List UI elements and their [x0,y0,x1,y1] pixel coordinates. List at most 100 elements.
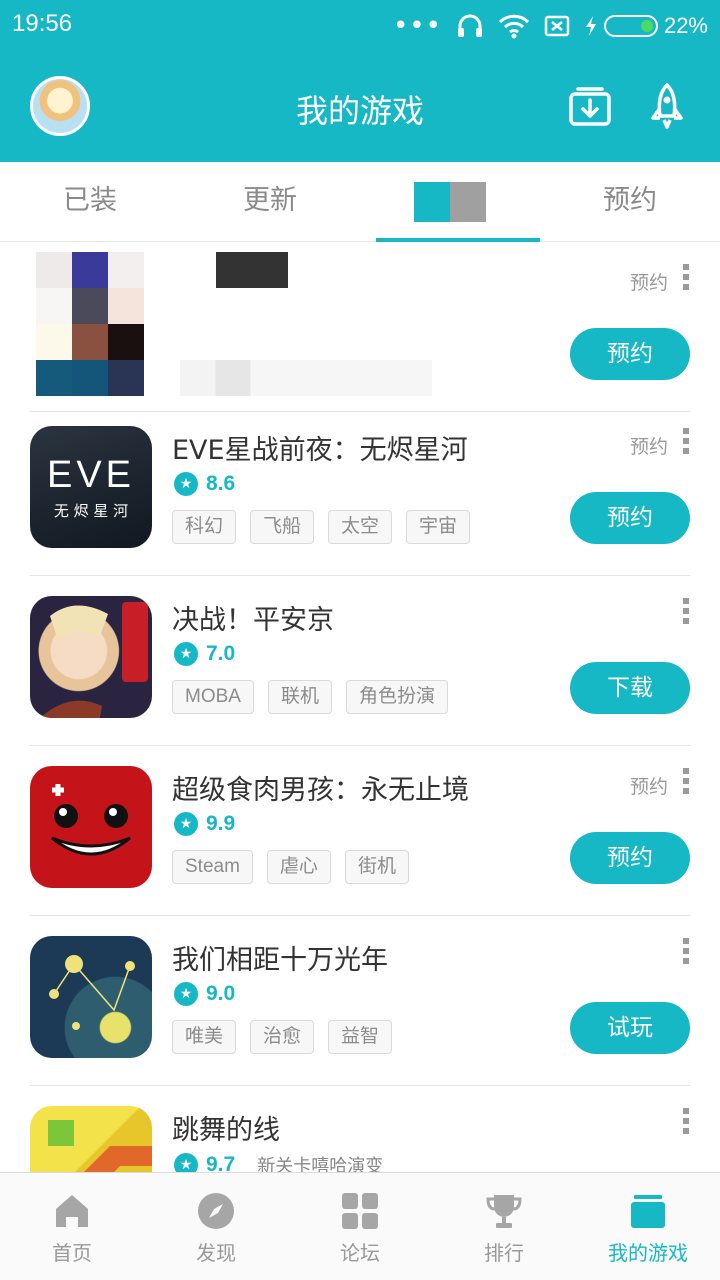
eve-logo-text: EVE [46,454,136,496]
list-item[interactable]: 决战！平安京 ★ 7.0 MOBA 联机 角色扮演 下载 [0,576,720,746]
charging-icon [585,16,596,36]
bottom-nav: 首页 发现 论坛 排行 我的游戏 [0,1172,720,1280]
game-title[interactable]: 决战！平安京 [172,598,334,637]
more-dots-icon: ••• [392,11,442,41]
game-title[interactable]: 跳舞的线 [172,1108,280,1147]
battery-percent: 22% [663,13,708,38]
more-options-icon[interactable] [682,768,690,794]
more-options-icon[interactable] [682,938,690,964]
game-icon-dancing-line [30,1106,152,1172]
game-icon-redacted [36,252,144,396]
rating: ★ 7.0 [174,642,235,666]
nav-label: 我的游戏 [608,1241,688,1265]
tag[interactable]: 联机 [267,680,332,714]
trophy-icon [486,1195,522,1228]
reserve-button[interactable]: 预约 [570,328,690,380]
reserve-status: 预约 [629,436,668,458]
rating-score: 9.9 [206,812,236,835]
tag[interactable]: 角色扮演 [345,680,448,714]
reserve-button[interactable]: 预约 [570,492,690,544]
nav-label: 排行 [484,1241,524,1265]
nav-label: 论坛 [340,1241,380,1265]
more-options-icon[interactable] [682,598,690,624]
rating: ★ 9.9 [174,812,235,836]
rocket-icon[interactable] [643,82,691,130]
tag[interactable]: 唯美 [172,1020,237,1054]
home-icon [56,1195,88,1227]
tab-installed[interactable]: 已装 [0,162,180,241]
reserve-button[interactable]: 预约 [570,832,690,884]
rating-score: 7.0 [206,642,236,665]
download-icon[interactable] [566,82,614,130]
box-icon [631,1195,665,1228]
wifi-icon [498,14,530,39]
rating-score: 8.6 [206,472,236,495]
tag-list: 唯美 治愈 益智 [172,1020,393,1054]
battery-icon [603,15,658,37]
rating: ★ 9.0 [174,982,235,1006]
tag-list: 科幻 飞船 太空 宇宙 [172,510,471,544]
tag[interactable]: 治愈 [250,1020,315,1054]
tag[interactable]: 飞船 [250,510,315,544]
tag[interactable]: 太空 [328,510,393,544]
game-icon-onmyoji-arena [30,596,152,718]
nav-ranking[interactable]: 排行 [432,1173,576,1280]
tab-redacted[interactable] [360,162,540,242]
game-icon-eve: EVE 无 烬 星 河 [30,426,152,548]
list-item[interactable]: EVE 无 烬 星 河 EVE星战前夜：无烬星河 ★ 8.6 科幻 飞船 太空 … [0,406,720,576]
rating-score: 9.0 [206,982,236,1005]
list-item[interactable]: 跳舞的线 ★ 9.7 新关卡嘻哈演变 [0,1086,720,1172]
status-bar: 19:56 ••• 22% [0,0,720,52]
reserve-status: 预约 [629,776,668,798]
nav-home[interactable]: 首页 [0,1173,144,1280]
more-options-icon[interactable] [682,428,690,454]
tag-list: Steam 虐心 街机 [172,850,409,884]
game-description: 新关卡嘻哈演变 [257,1156,384,1172]
redacted-block [414,181,450,222]
more-options-icon[interactable] [682,1108,690,1134]
redacted-block [450,181,486,222]
game-title[interactable]: EVE星战前夜：无烬星河 [172,428,468,467]
tab-reservations[interactable]: 预约 [540,162,720,241]
tag[interactable]: 虐心 [266,850,331,884]
redacted-title [216,252,288,288]
list-item[interactable]: 超级食肉男孩：永无止境 ★ 9.9 Steam 虐心 街机 预约 预约 [0,746,720,916]
game-icon-meat-boy [30,766,152,888]
download-button[interactable]: 下载 [570,662,690,714]
tag[interactable]: 科幻 [172,510,237,544]
headset-icon [457,14,482,37]
star-icon: ★ [174,472,198,496]
redacted-subtitle [180,360,432,396]
game-title[interactable]: 我们相距十万光年 [172,938,388,977]
tab-label: 更新 [243,185,297,216]
nav-my-games[interactable]: 我的游戏 [576,1173,720,1280]
tag[interactable]: 益智 [328,1020,393,1054]
rating: ★ 8.6 [174,472,235,496]
more-options-icon[interactable] [682,264,690,290]
tag[interactable]: Steam [172,850,253,884]
game-list: 预约 预约 EVE 无 烬 星 河 EVE星战前夜：无烬星河 ★ 8.6 科幻 … [0,242,720,1172]
tag-list: MOBA 联机 角色扮演 [172,680,448,714]
nav-discover[interactable]: 发现 [144,1173,288,1280]
rating-score: 9.7 [206,1153,236,1172]
list-item[interactable]: 我们相距十万光年 ★ 9.0 唯美 治愈 益智 试玩 [0,916,720,1086]
tag[interactable]: 宇宙 [406,510,471,544]
tab-bar: 已装 更新 预约 [0,162,720,242]
grid-icon [342,1193,378,1229]
eve-subtitle-text: 无 烬 星 河 [53,502,129,520]
reserve-status: 预约 [629,272,668,294]
trial-button[interactable]: 试玩 [570,1002,690,1054]
tag[interactable]: 街机 [344,850,409,884]
star-icon: ★ [174,812,198,836]
battery-indicator: 22% [584,13,708,39]
tab-label: 已装 [63,185,117,216]
game-title[interactable]: 超级食肉男孩：永无止境 [172,768,469,807]
star-icon: ★ [174,642,198,666]
tab-updates[interactable]: 更新 [180,162,360,241]
nav-label: 发现 [196,1241,236,1265]
star-icon: ★ [174,1153,198,1172]
nav-forum[interactable]: 论坛 [288,1173,432,1280]
list-item[interactable]: 预约 预约 [0,242,720,412]
tag[interactable]: MOBA [172,680,254,714]
status-icons: ••• 22% [393,10,708,42]
